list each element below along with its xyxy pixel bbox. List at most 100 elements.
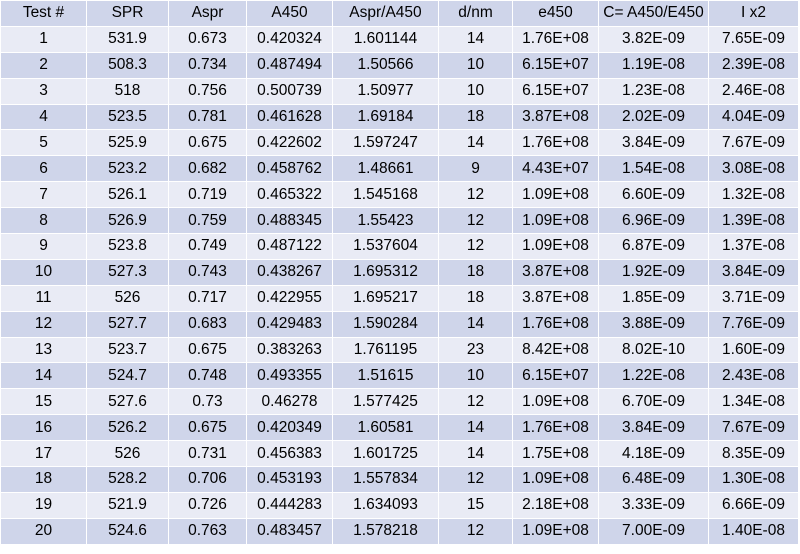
table-cell-test-number: 15 (0, 388, 87, 416)
table-cell-aspr: 0.781 (168, 103, 247, 131)
table-cell-d-nm: 12 (438, 517, 513, 545)
table-cell-aspr: 0.73 (168, 388, 247, 416)
table-cell-a450: 0.461628 (246, 103, 333, 131)
table-cell-aspr-a450-ratio: 1.557834 (332, 466, 439, 493)
table-cell-spr: 524.7 (86, 362, 169, 390)
table-cell-test-number: 14 (0, 362, 87, 390)
table-cell-d-nm: 10 (438, 77, 513, 105)
table-cell-i-x2: 1.34E-08 (708, 388, 799, 416)
table-cell-e450: 1.75E+08 (512, 440, 599, 468)
table-cell-test-number: 13 (0, 336, 87, 364)
table-cell-concentration: 7.00E-09 (598, 517, 709, 545)
table-row: 17 526 0.731 0.456383 1.601725 14 1.75E+08 4.18… (0, 440, 799, 468)
table-cell-spr: 526 (86, 440, 169, 468)
table-cell-concentration: 3.82E-09 (598, 25, 709, 53)
table-cell-spr: 521.9 (86, 491, 169, 519)
table-cell-e450: 8.42E+08 (512, 336, 599, 364)
table-cell-test-number: 2 (0, 51, 87, 79)
column-header-i-x2: I x2 (708, 0, 799, 27)
table-cell-aspr: 0.683 (168, 310, 247, 338)
table-cell-concentration: 3.33E-09 (598, 491, 709, 519)
table-cell-aspr-a450-ratio: 1.577425 (332, 388, 439, 416)
table-cell-test-number: 12 (0, 310, 87, 338)
table-cell-aspr-a450-ratio: 1.69184 (332, 103, 439, 131)
table-row: 12 527.7 0.683 0.429483 1.590284 14 1.76E+08 3.… (0, 310, 799, 338)
table-cell-d-nm: 12 (438, 388, 513, 416)
column-header-aspr-a450-ratio: Aspr/A450 (332, 0, 439, 27)
table-cell-d-nm: 15 (438, 491, 513, 519)
table-cell-d-nm: 12 (438, 207, 513, 235)
table-cell-concentration: 1.22E-08 (598, 362, 709, 390)
table-cell-concentration: 3.84E-09 (598, 129, 709, 157)
table-cell-aspr-a450-ratio: 1.695217 (332, 284, 439, 312)
table-cell-spr: 526.1 (86, 181, 169, 209)
table-row: 1 531.9 0.673 0.420324 1.601144 14 1.76E+08 3.8… (0, 25, 799, 53)
table-cell-d-nm: 12 (438, 466, 513, 493)
table-cell-aspr-a450-ratio: 1.55423 (332, 207, 439, 235)
table-cell-a450: 0.46278 (246, 388, 333, 416)
table-cell-d-nm: 10 (438, 51, 513, 79)
table-cell-e450: 2.18E+08 (512, 491, 599, 519)
table-cell-a450: 0.444283 (246, 491, 333, 519)
table-cell-spr: 523.5 (86, 103, 169, 131)
table-cell-i-x2: 2.46E-08 (708, 77, 799, 105)
table-row: 13 523.7 0.675 0.383263 1.761195 23 8.42E+08 8.… (0, 336, 799, 364)
table-cell-d-nm: 23 (438, 336, 513, 364)
table-cell-test-number: 10 (0, 258, 87, 286)
table-cell-concentration: 1.19E-08 (598, 51, 709, 79)
table-cell-spr: 526.9 (86, 207, 169, 235)
table-cell-a450: 0.383263 (246, 336, 333, 364)
table-cell-aspr-a450-ratio: 1.578218 (332, 517, 439, 545)
table-cell-i-x2: 3.71E-09 (708, 284, 799, 312)
table-cell-aspr: 0.749 (168, 233, 247, 260)
table-cell-aspr: 0.756 (168, 77, 247, 105)
table-cell-aspr-a450-ratio: 1.48661 (332, 155, 439, 183)
table-cell-aspr: 0.675 (168, 336, 247, 364)
table-cell-e450: 1.09E+08 (512, 466, 599, 493)
table-cell-a450: 0.420324 (246, 25, 333, 53)
table-row: 18 528.2 0.706 0.453193 1.557834 12 1.09E+08 6.… (0, 466, 799, 493)
table-cell-test-number: 16 (0, 414, 87, 442)
table-cell-spr: 528.2 (86, 466, 169, 493)
table-row: 5 525.9 0.675 0.422602 1.597247 14 1.76E+08 3.8… (0, 129, 799, 157)
table-row: 6 523.2 0.682 0.458762 1.48661 9 4.43E+07 1.54E… (0, 155, 799, 183)
data-table: Test # SPR Aspr A450 Aspr/A450 d/nm e450 C= A45… (0, 0, 799, 545)
table-cell-aspr: 0.759 (168, 207, 247, 235)
table-cell-concentration: 6.87E-09 (598, 233, 709, 260)
table-cell-concentration: 6.70E-09 (598, 388, 709, 416)
table-cell-concentration: 4.18E-09 (598, 440, 709, 468)
table-cell-e450: 1.09E+08 (512, 233, 599, 260)
table-cell-a450: 0.422955 (246, 284, 333, 312)
table-body: 1 531.9 0.673 0.420324 1.601144 14 1.76E+08 3.8… (0, 25, 799, 545)
table-row: 14 524.7 0.748 0.493355 1.51615 10 6.15E+07 1.2… (0, 362, 799, 390)
table-cell-e450: 6.15E+07 (512, 77, 599, 105)
table-cell-spr: 527.6 (86, 388, 169, 416)
table-cell-e450: 1.09E+08 (512, 388, 599, 416)
table-row: 4 523.5 0.781 0.461628 1.69184 18 3.87E+08 2.02… (0, 103, 799, 131)
table-cell-a450: 0.438267 (246, 258, 333, 286)
table-cell-spr: 524.6 (86, 517, 169, 545)
table-cell-i-x2: 1.30E-08 (708, 466, 799, 493)
table-cell-aspr-a450-ratio: 1.51615 (332, 362, 439, 390)
table-cell-d-nm: 18 (438, 284, 513, 312)
table-cell-a450: 0.420349 (246, 414, 333, 442)
table-cell-e450: 3.87E+08 (512, 103, 599, 131)
table-row: 2 508.3 0.734 0.487494 1.50566 10 6.15E+07 1.19… (0, 51, 799, 79)
table-cell-concentration: 1.85E-09 (598, 284, 709, 312)
table-cell-test-number: 18 (0, 466, 87, 493)
table-cell-a450: 0.465322 (246, 181, 333, 209)
table-cell-i-x2: 7.76E-09 (708, 310, 799, 338)
table-cell-spr: 523.8 (86, 233, 169, 260)
table-cell-a450: 0.487122 (246, 233, 333, 260)
table-cell-aspr-a450-ratio: 1.590284 (332, 310, 439, 338)
table-cell-a450: 0.456383 (246, 440, 333, 468)
table-cell-concentration: 6.96E-09 (598, 207, 709, 235)
table-cell-aspr: 0.763 (168, 517, 247, 545)
table-cell-aspr-a450-ratio: 1.545168 (332, 181, 439, 209)
table-cell-a450: 0.453193 (246, 466, 333, 493)
column-header-a450: A450 (246, 0, 333, 27)
table-cell-aspr-a450-ratio: 1.537604 (332, 233, 439, 260)
table-row: 3 518 0.756 0.500739 1.50977 10 6.15E+07 1.23E-… (0, 77, 799, 105)
table-cell-aspr: 0.682 (168, 155, 247, 183)
table-row: 15 527.6 0.73 0.46278 1.577425 12 1.09E+08 6.70… (0, 388, 799, 416)
